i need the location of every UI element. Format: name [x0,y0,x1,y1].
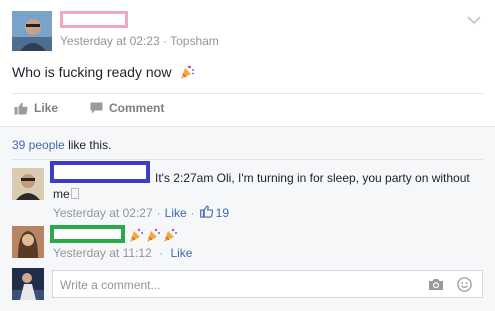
post-text-body: Who is fucking ready now [12,64,172,80]
commenter-name-redacted[interactable] [50,161,150,183]
comment-button[interactable]: Comment [90,101,164,115]
party-popper-icon [130,228,143,242]
smiley-icon[interactable] [457,277,472,297]
meta-separator: · [190,206,195,220]
meta-separator: · [159,246,164,260]
author-name-redacted[interactable] [60,11,128,28]
like-button-label: Like [34,101,59,115]
thumbs-up-icon [199,205,213,221]
likes-summary: 39 people like this. [12,138,111,152]
commenter-avatar[interactable] [12,226,44,258]
party-popper-icon [164,228,177,242]
comment-emojis [128,227,178,243]
comment-like-count[interactable]: 19 [216,206,229,220]
current-user-avatar [12,268,44,300]
camera-icon[interactable] [428,278,444,296]
party-popper-icon [179,64,195,83]
author-avatar[interactable] [12,11,52,51]
comment-button-label: Comment [109,101,165,115]
meta-separator: · [162,34,167,48]
facebook-post-card: Yesterday at 02:23 · Topsham Who is fuck… [0,0,495,311]
comment-timestamp[interactable]: Yesterday at 02:27 [53,206,153,220]
commenter-name-redacted[interactable] [50,225,125,243]
comment-meta: Yesterday at 11:12 · Like [53,246,192,260]
commenter-avatar[interactable] [12,168,44,200]
post-location[interactable]: Topsham [170,34,219,48]
missing-glyph-icon [70,188,79,199]
post-timestamp[interactable]: Yesterday at 02:23 [60,34,160,48]
comment-like-link[interactable]: Like [170,246,192,260]
meta-separator: · [156,206,161,220]
comment-meta: Yesterday at 02:27 · Like · 19 [53,205,229,221]
comment-text: It's 2:27am Oli, I'm turning in for slee… [155,171,470,185]
party-popper-icon [147,228,160,242]
divider [12,159,483,160]
comment-input-placeholder: Write a comment... [60,278,161,292]
likes-suffix: like this. [68,138,112,152]
thumbs-up-icon [14,102,28,115]
comment-timestamp[interactable]: Yesterday at 11:12 [53,246,152,260]
post-text: Who is fucking ready now [12,64,195,83]
like-button[interactable]: Like [14,101,58,115]
divider [12,93,483,94]
post-meta: Yesterday at 02:23 · Topsham [60,34,219,48]
comment-like-link[interactable]: Like [165,206,187,220]
likes-count-link[interactable]: 39 people [12,138,65,152]
chevron-down-icon[interactable] [467,12,481,25]
comment-text-continued: me [53,187,79,201]
speech-bubble-icon [90,102,103,114]
comment-input[interactable]: Write a comment... [52,270,483,298]
